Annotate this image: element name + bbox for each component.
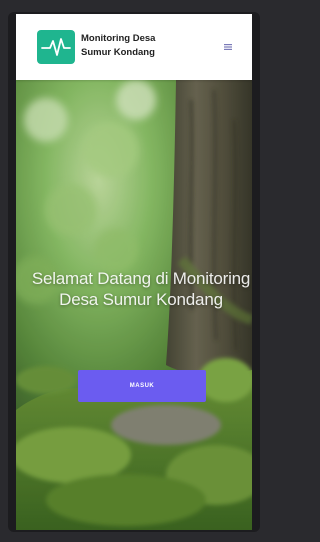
menu-toggle-button[interactable] <box>221 40 235 54</box>
brand-name[interactable]: Monitoring Desa Sumur Kondang <box>81 32 191 60</box>
hero-title: Selamat Datang di Monitoring Desa Sumur … <box>31 269 251 309</box>
hero-section: Selamat Datang di Monitoring Desa Sumur … <box>16 80 252 530</box>
heartbeat-icon <box>41 38 71 56</box>
brand-line-1: Monitoring Desa <box>81 33 156 44</box>
app-screen: Monitoring Desa Sumur Kondang Selamat Da… <box>16 14 252 530</box>
brand-line-2: Sumur Kondang <box>81 47 155 58</box>
navbar: Monitoring Desa Sumur Kondang <box>16 14 252 80</box>
menu-toggle-icon <box>224 44 232 50</box>
brand-logo[interactable] <box>37 30 75 64</box>
masuk-button[interactable]: MASUK <box>78 370 206 402</box>
